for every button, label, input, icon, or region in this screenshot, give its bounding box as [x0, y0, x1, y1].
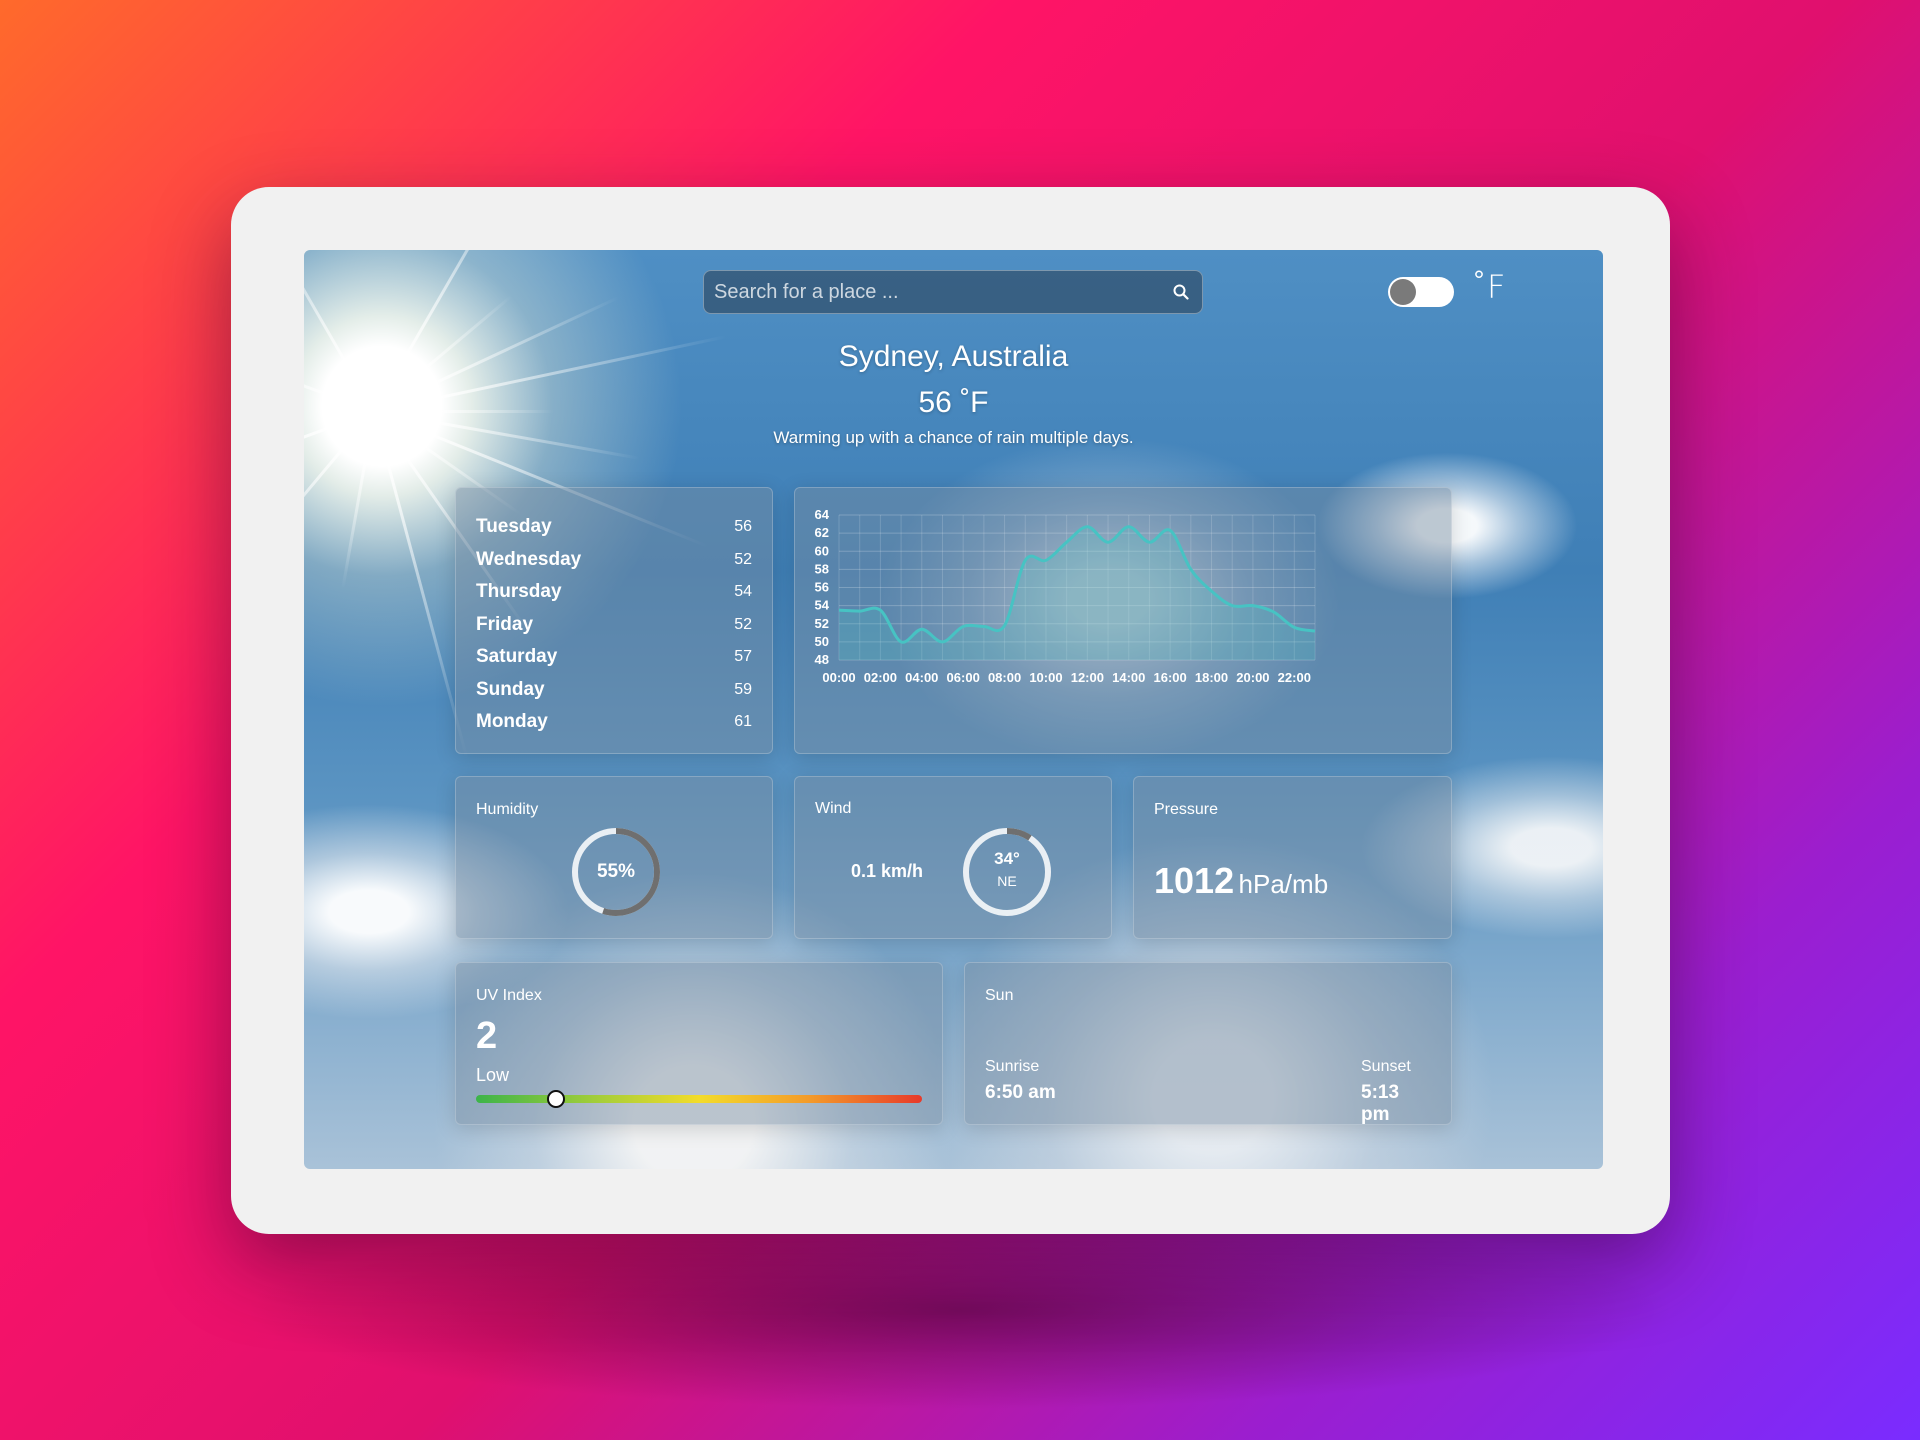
search-icon[interactable] [1170, 281, 1192, 303]
x-tick-label: 06:00 [947, 670, 980, 685]
pressure-unit: hPa/mb [1238, 869, 1329, 899]
location-name: Sydney, Australia [838, 340, 1069, 373]
temp-unit: ˚F [960, 386, 989, 419]
forecast-row: Monday 61 [476, 706, 752, 738]
x-tick-label: 14:00 [1112, 670, 1145, 685]
pressure-reading: 1012 hPa/mb [1154, 860, 1328, 902]
y-tick-label: 62 [815, 525, 829, 540]
y-tick-label: 52 [815, 616, 829, 631]
y-tick-label: 48 [815, 652, 829, 667]
forecast-row: Sunday 59 [476, 674, 752, 706]
chart-canvas: 48 50 52 54 56 58 60 62 64 00:00 02:00 04:00 06:00 08… [815, 507, 1316, 685]
humidity-card: Humidity 55% [455, 776, 773, 939]
x-tick-label: 10:00 [1029, 670, 1062, 685]
weather-description: Warming up with a chance of rain multipl… [773, 428, 1134, 447]
backdrop-shadow [240, 1210, 1680, 1410]
uv-index-card: UV Index 2 Low [455, 962, 943, 1125]
forecast-temp: 57 [734, 648, 752, 665]
forecast-day: Saturday [476, 646, 558, 667]
unit-label: ˚F [1471, 268, 1506, 306]
x-tick-label: 22:00 [1278, 670, 1311, 685]
wind-speed: 0.1 km/h [851, 861, 924, 881]
current-temperature: 56 ˚F [304, 386, 1603, 420]
forecast-day: Thursday [476, 581, 562, 602]
x-tick-label: 02:00 [864, 670, 897, 685]
forecast-temp: 52 [734, 550, 752, 568]
pressure-card: Pressure 1012 hPa/mb [1133, 776, 1452, 939]
wind-direction: NE [997, 873, 1017, 889]
toggle-knob [1390, 279, 1416, 305]
pressure-label: Pressure [1154, 801, 1219, 818]
uv-scale-bar [476, 1095, 922, 1103]
x-tick-label: 20:00 [1236, 670, 1269, 685]
x-tick-label: 04:00 [905, 670, 938, 685]
forecast-day: Tuesday [476, 516, 552, 537]
temp-value: 56 [918, 386, 952, 419]
forecast-day: Wednesday [476, 548, 582, 570]
forecast-row: Tuesday 56 [476, 511, 752, 543]
sunrise-label: Sunrise [985, 1058, 1040, 1075]
wind-degrees: 34° [994, 849, 1020, 868]
sunset-label: Sunset [1361, 1058, 1411, 1075]
sunset-time: 5:13 pm [1361, 1082, 1400, 1125]
wind-compass-ring [963, 828, 1051, 916]
forecast-temp: 56 [734, 518, 752, 535]
wind-label: Wind [815, 800, 852, 817]
uv-indicator [547, 1090, 566, 1108]
forecast-row: Friday 52 [476, 609, 752, 641]
sun-label: Sun [985, 987, 1014, 1004]
y-tick-label: 54 [815, 598, 830, 613]
unit-toggle[interactable] [1388, 277, 1454, 307]
forecast-temp: 52 [734, 615, 752, 633]
x-tick-label: 00:00 [822, 670, 855, 685]
forecast-day: Sunday [476, 678, 545, 700]
wind-compass [963, 828, 1051, 916]
weekly-forecast: Tuesday 56 Wednesday 52 Thursday 54 Frid… [455, 487, 773, 754]
y-tick-label: 58 [815, 561, 829, 576]
forecast-day: Friday [476, 613, 534, 635]
x-tick-label: 18:00 [1195, 670, 1228, 685]
y-tick-label: 50 [815, 634, 829, 649]
forecast-day: Monday [476, 711, 548, 732]
y-tick-label: 60 [815, 543, 829, 558]
uv-value: 2 [476, 1015, 498, 1057]
forecast-temp: 61 [734, 713, 752, 730]
forecast-row: Thursday 54 [476, 576, 752, 608]
humidity-value: 55% [596, 861, 636, 882]
weather-app: ˚F Sydney, Australia 56 ˚F Warming up wi… [304, 250, 1603, 1169]
forecast-temp: 59 [734, 680, 752, 698]
uv-label: UV Index [476, 987, 542, 1004]
search-bar[interactable] [703, 270, 1203, 314]
humidity-label: Humidity [476, 801, 539, 818]
forecast-row: Wednesday 52 [476, 544, 752, 576]
forecast-temp: 54 [734, 583, 752, 600]
uv-level: Low [476, 1065, 510, 1085]
forecast-row: Saturday 57 [476, 641, 752, 673]
sunrise-time: 6:50 am [985, 1082, 1056, 1103]
x-tick-label: 08:00 [988, 670, 1021, 685]
wind-card: Wind 0.1 km/h 34° NE [794, 776, 1112, 939]
sun-card: Sun Sunrise 6:50 am Sunset 5:13 pm [964, 962, 1452, 1125]
search-input[interactable] [714, 280, 1170, 304]
pressure-value: 1012 [1154, 860, 1235, 901]
x-tick-label: 12:00 [1071, 670, 1104, 685]
x-tick-label: 16:00 [1154, 670, 1187, 685]
y-tick-label: 56 [815, 580, 829, 595]
hourly-temperature-chart: 48 50 52 54 56 58 60 62 64 00:00 02:00 04:00 06:00 08… [794, 487, 1452, 754]
temperature-area [839, 526, 1315, 660]
y-tick-label: 64 [815, 507, 830, 522]
